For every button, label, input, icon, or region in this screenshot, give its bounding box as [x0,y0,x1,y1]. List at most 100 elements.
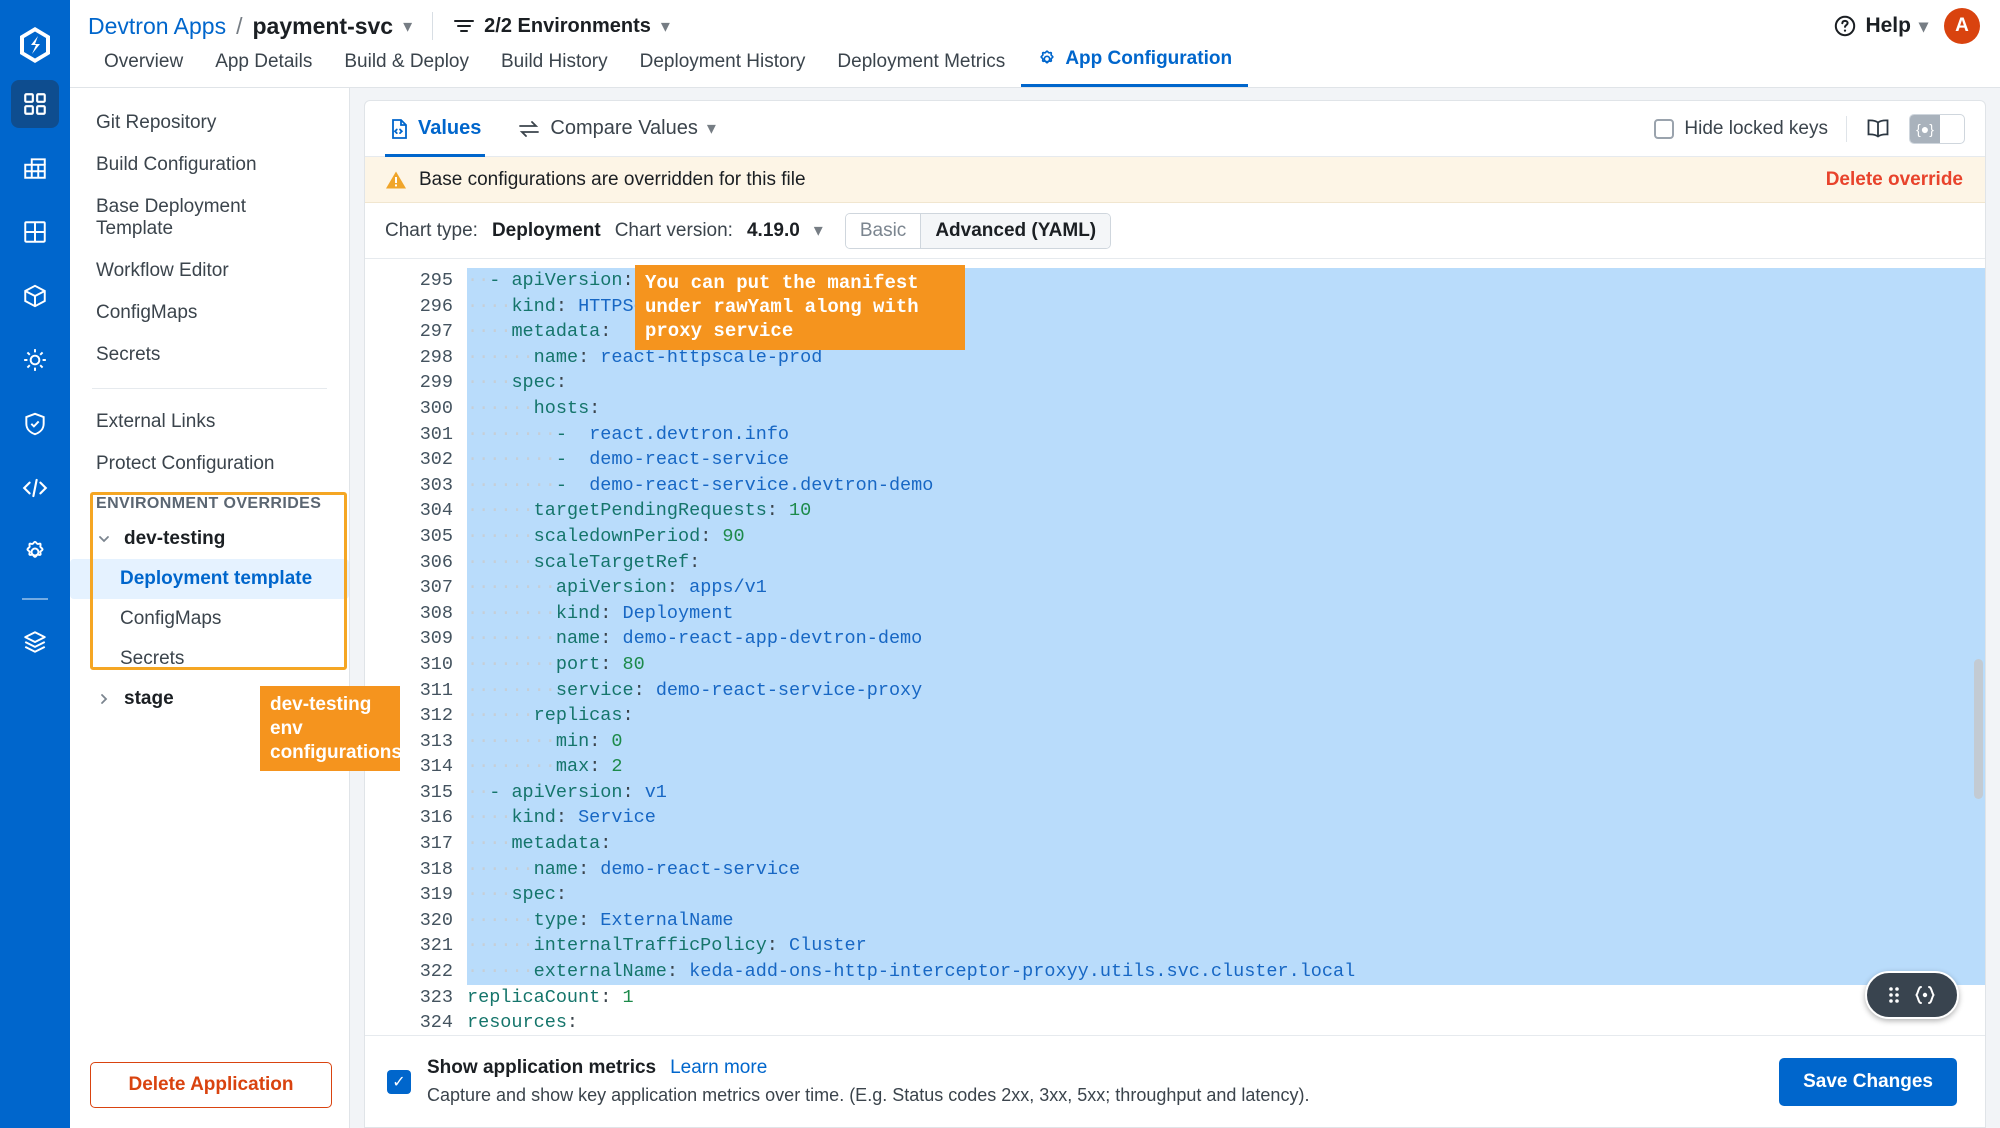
callout-rawyaml-hint: You can put the manifest under rawYaml a… [635,265,965,351]
yaml-editor[interactable]: 295 296 297 298 299 300 301 302 303 304 305 306 307 3… [365,259,1985,1035]
environments-label: 2/2 Environments [484,14,651,37]
config-item-git-repository[interactable]: Git Repository [70,102,349,144]
tab-label: App Configuration [1065,48,1233,69]
sidebar-item-code-icon[interactable] [11,464,59,512]
chart-info-bar: Chart type: Deployment Chart version: 4.… [365,203,1985,259]
show-metrics-checkbox[interactable]: ✓ [387,1069,411,1094]
env-name: dev-testing [124,528,226,549]
deployment-template-card: Values Compare Values ▾ Hide locked keys [364,100,1986,1128]
tab-values-label: Values [418,117,482,139]
env-item-deployment-template[interactable]: Deployment template [70,559,349,599]
tab-build-history[interactable]: Build History [485,43,624,87]
rail-divider [22,598,48,600]
config-item-build-configuration[interactable]: Build Configuration [70,144,349,186]
gear-icon [1037,49,1057,69]
devtron-logo-icon[interactable] [0,10,70,80]
breadcrumb-app-name: payment-svc [252,12,394,39]
header-actions: Help ▾ A [1833,8,1980,44]
code-line: ··- apiVersion: v1 [467,779,1985,806]
save-changes-button[interactable]: Save Changes [1779,1057,1957,1106]
app-chevron-down-icon[interactable]: ▾ [403,16,412,37]
tab-compare-values[interactable]: Compare Values ▾ [513,101,720,157]
env-item-configmaps[interactable]: ConfigMaps [70,599,349,639]
code-line: ········kind: Deployment [467,600,1985,627]
warning-triangle-icon [385,170,407,190]
tab-overview[interactable]: Overview [88,43,199,87]
chart-version-chevron-down-icon[interactable]: ▾ [814,220,823,241]
delete-application-button[interactable]: Delete Application [90,1062,332,1108]
breadcrumb-root-link[interactable]: Devtron Apps [88,13,226,40]
editor-code[interactable]: ··- apiVersion: http.keda.sh/v1alpha1···… [467,259,1985,1035]
chart-version-label: Chart version: [614,219,733,241]
tab-values[interactable]: Values [385,101,485,157]
editor-mode-switch: Basic Advanced (YAML) [844,212,1112,249]
compare-chevron-down-icon[interactable]: ▾ [707,118,716,139]
help-chevron-down-icon: ▾ [1918,15,1928,36]
chart-type-value: Deployment [491,219,601,241]
sidebar-item-stack-manager[interactable] [11,618,59,666]
tab-label: Deployment History [639,51,806,72]
editor-floating-actions[interactable] [1865,971,1959,1019]
learn-more-link[interactable]: Learn more [670,1057,767,1079]
env-group-dev-testing[interactable]: dev-testing [70,519,349,559]
config-item-secrets[interactable]: Secrets [70,334,349,376]
code-line: ······externalName: keda-add-ons-http-in… [467,959,1985,985]
delete-override-button[interactable]: Delete override [1826,169,1963,191]
sidebar-item-jobs[interactable] [11,144,59,192]
code-line: ········port: 80 [467,651,1985,678]
code-line: ········- demo-react-service [467,447,1985,473]
card-tab-bar: Values Compare Values ▾ Hide locked keys [365,101,1985,157]
show-metrics-label: Show application metrics [427,1057,657,1078]
metrics-description: Capture and show key application metrics… [427,1085,1310,1105]
breadcrumb: Devtron Apps / payment-svc ▾ 2/2 Environ… [88,12,670,40]
tab-deployment-metrics[interactable]: Deployment Metrics [821,43,1021,87]
toggle-knob: {●} [1910,114,1940,143]
tab-label: Build History [500,51,608,72]
env-item-secrets[interactable]: Secrets [70,639,349,679]
override-warning-bar: Base configurations are overridden for t… [365,157,1985,203]
avatar[interactable]: A [1944,8,1980,44]
hide-locked-keys-checkbox[interactable]: Hide locked keys [1654,118,1828,140]
config-item-base-deployment-template[interactable]: Base Deployment Template [70,186,349,250]
code-line: ····spec: [467,370,1985,396]
sidebar-item-applications[interactable] [11,80,59,128]
tab-app-details[interactable]: App Details [199,43,328,87]
sidebar-item-helm-apps[interactable] [11,336,59,384]
global-nav-rail [0,0,70,1128]
environments-selector[interactable]: 2/2 Environments [453,15,651,38]
mode-basic-button[interactable]: Basic [845,213,921,248]
config-item-workflow-editor[interactable]: Workflow Editor [70,250,349,292]
code-line: ······scaledownPeriod: 90 [467,523,1985,550]
code-line: ········- react.devtron.info [467,421,1985,448]
editor-scrollbar[interactable] [1974,659,1983,799]
callout-env-configurations: dev-testing env configurations [260,686,402,772]
config-item-protect-configuration[interactable]: Protect Configuration [70,443,349,485]
header-divider [432,12,434,40]
config-item-external-links[interactable]: External Links [70,401,349,443]
main-area: Devtron Apps / payment-svc ▾ 2/2 Environ… [70,0,2000,1128]
readme-book-icon[interactable] [1865,117,1891,141]
config-item-configmaps[interactable]: ConfigMaps [70,292,349,334]
tab-build-deploy[interactable]: Build & Deploy [328,43,485,87]
sidebar-item-global-configurations[interactable] [11,528,59,576]
environments-chevron-down-icon[interactable]: ▾ [661,16,670,37]
json-yaml-toggle[interactable]: {●} [1909,113,1965,144]
app-tabs: Overview App Details Build & Deploy Buil… [88,40,1249,87]
sidebar-item-security[interactable] [11,400,59,448]
format-json-icon[interactable] [1912,983,1938,1007]
sidebar-item-resource-browser[interactable] [11,208,59,256]
chart-version-value: 4.19.0 [746,219,800,241]
environment-overrides-heading: ENVIRONMENT OVERRIDES [96,495,322,512]
tab-deployment-history[interactable]: Deployment History [624,43,822,87]
code-line: resources: [467,1012,579,1034]
tab-app-configuration[interactable]: App Configuration [1021,40,1249,87]
code-line: ········- demo-react-service.devtron-dem… [467,472,1985,499]
app-root: Devtron Apps / payment-svc ▾ 2/2 Environ… [0,0,2000,1128]
drag-handle-icon[interactable] [1886,984,1902,1006]
code-line: ······internalTrafficPolicy: Cluster [467,933,1985,960]
code-line: ········max: 2 [467,754,1985,780]
mode-advanced-yaml-button[interactable]: Advanced (YAML) [920,213,1111,248]
sidebar-item-chart-store[interactable] [11,272,59,320]
checkbox-box [1654,118,1675,139]
help-button[interactable]: Help ▾ [1833,14,1928,38]
